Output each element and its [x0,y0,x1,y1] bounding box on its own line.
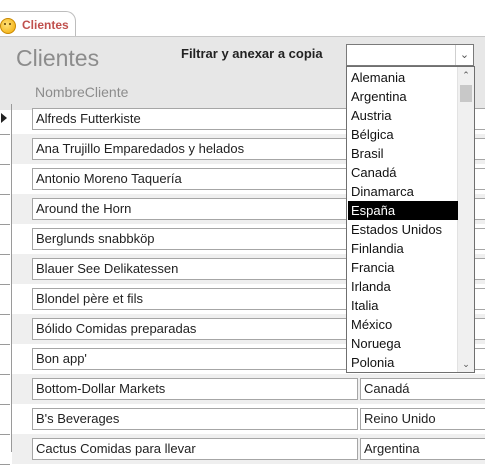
customer-name-field[interactable]: Berglunds snabbköp [32,228,358,250]
dropdown-option[interactable]: Irlanda [348,277,458,296]
record-selector[interactable] [0,225,10,255]
scroll-up-icon[interactable]: ⌃ [458,67,474,83]
filter-combo-box[interactable]: ⌄ [346,44,474,66]
filter-label: Filtrar y anexar a copia [181,46,323,61]
record-selector[interactable] [0,135,10,165]
record-selector[interactable] [0,195,10,225]
dropdown-option[interactable]: Francia [348,258,458,277]
customer-name-field[interactable]: Blauer See Delikatessen [32,258,358,280]
customer-name-field[interactable]: Alfreds Futterkiste [32,108,358,130]
dropdown-option[interactable]: Estados Unidos [348,220,458,239]
dropdown-option[interactable]: Canadá [348,163,458,182]
dropdown-option[interactable]: México [348,315,458,334]
dropdown-option[interactable]: Argentina [348,87,458,106]
dropdown-option[interactable]: Brasil [348,144,458,163]
dropdown-option[interactable]: Austria [348,106,458,125]
dropdown-option[interactable]: Italia [348,296,458,315]
record-selector[interactable] [0,285,10,315]
dropdown-option[interactable]: España [348,201,458,220]
record-selector[interactable] [0,255,10,285]
dropdown-option[interactable]: Dinamarca [348,182,458,201]
customer-name-field[interactable]: Ana Trujillo Emparedados y helados [32,138,358,160]
customer-name-field[interactable]: Bólido Comidas preparadas [32,318,358,340]
record-selector[interactable] [0,405,10,435]
scroll-down-icon[interactable]: ⌄ [458,356,474,372]
record-selector-column [0,104,12,465]
record-selector[interactable] [0,165,10,195]
customer-name-field[interactable]: Antonio Moreno Taquería [32,168,358,190]
dropdown-option[interactable]: Noruega [348,334,458,353]
dropdown-option[interactable]: Polonia [348,353,458,372]
customer-country-field[interactable]: Reino Unido [360,408,485,430]
tab-clientes-label[interactable]: Clientes [22,18,69,32]
customer-name-field[interactable]: Cactus Comidas para llevar [32,438,358,460]
customer-country-field[interactable]: Canadá [360,378,485,400]
customer-name-field[interactable]: B's Beverages [32,408,358,430]
record-selector[interactable] [0,375,10,405]
customer-name-field[interactable]: Around the Horn [32,198,358,220]
document-tab-strip: Clientes [0,0,485,38]
current-record-arrow-icon [1,113,7,123]
record-selector[interactable] [0,105,10,135]
dropdown-option[interactable]: Alemania [348,68,458,87]
dropdown-option[interactable]: Bélgica [348,125,458,144]
smiley-icon [0,18,16,34]
record-selector[interactable] [0,345,10,375]
customer-name-field[interactable]: Bottom-Dollar Markets [32,378,358,400]
customer-name-field[interactable]: Blondel père et fils [32,288,358,310]
dropdown-option[interactable]: Finlandia [348,239,458,258]
record-selector[interactable] [0,315,10,345]
column-header-nombrecliente: NombreCliente [35,84,129,100]
form-title: Clientes [16,45,100,71]
country-dropdown-list[interactable]: ⌃ ⌄ Alemania Argentina Austria Bélgica Brasi… [346,66,475,373]
scrollbar-thumb[interactable] [460,85,472,102]
chevron-down-icon[interactable]: ⌄ [455,45,473,65]
customer-country-field[interactable]: Argentina [360,438,485,460]
record-selector[interactable] [0,435,10,465]
dropdown-scrollbar[interactable]: ⌃ ⌄ [457,67,474,372]
customer-name-field[interactable]: Bon app' [32,348,358,370]
